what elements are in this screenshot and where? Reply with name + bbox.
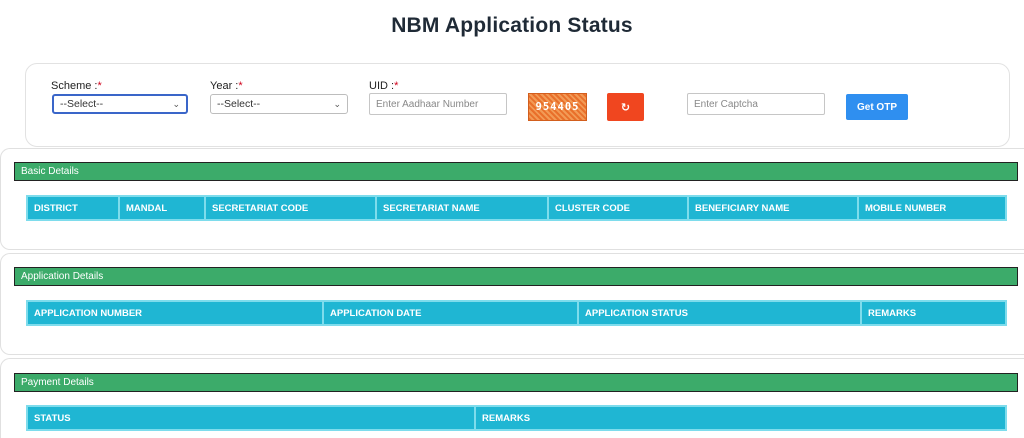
scheme-select[interactable]: --Select-- ⌄ — [52, 94, 188, 114]
captcha-image: 954405 — [528, 93, 587, 121]
application-details-header: Application Details — [14, 267, 1018, 286]
column-header: DISTRICT — [28, 197, 120, 219]
column-header: BENEFICIARY NAME — [689, 197, 859, 219]
column-header: APPLICATION DATE — [324, 302, 579, 324]
captcha-input[interactable]: Enter Captcha — [687, 93, 825, 115]
scheme-label: Scheme :* — [51, 80, 102, 92]
year-label: Year :* — [210, 80, 243, 92]
column-header: REMARKS — [868, 307, 917, 319]
refresh-captcha-button[interactable]: ↻ — [607, 93, 644, 121]
basic-details-table-header: DISTRICT MANDAL SECRETARIAT CODE SECRETA… — [26, 195, 1007, 221]
chevron-down-icon: ⌄ — [172, 98, 180, 109]
payment-details-table-header: STATUS REMARKS — [26, 405, 1007, 431]
application-details-table-header: APPLICATION NUMBER APPLICATION DATE APPL… — [26, 300, 1007, 326]
column-header: APPLICATION STATUS — [579, 302, 862, 324]
year-select[interactable]: --Select-- ⌄ — [210, 94, 348, 114]
refresh-icon: ↻ — [620, 101, 631, 114]
column-header: CLUSTER CODE — [549, 197, 689, 219]
payment-details-header: Payment Details — [14, 373, 1018, 392]
scheme-select-value: --Select-- — [60, 98, 104, 110]
get-otp-button[interactable]: Get OTP — [846, 94, 908, 120]
page-title: NBM Application Status — [391, 14, 633, 37]
column-header: SECRETARIAT NAME — [377, 197, 549, 219]
column-header: APPLICATION NUMBER — [28, 302, 324, 324]
column-header: SECRETARIAT CODE — [206, 197, 377, 219]
chevron-down-icon: ⌄ — [333, 98, 341, 109]
uid-label: UID :* — [369, 80, 399, 92]
column-header: MANDAL — [120, 197, 206, 219]
aadhaar-input[interactable]: Enter Aadhaar Number — [369, 93, 507, 115]
year-select-value: --Select-- — [217, 98, 261, 110]
column-header: STATUS — [28, 407, 476, 429]
column-header: REMARKS — [482, 412, 531, 424]
column-header: MOBILE NUMBER — [865, 202, 947, 214]
basic-details-header: Basic Details — [14, 162, 1018, 181]
